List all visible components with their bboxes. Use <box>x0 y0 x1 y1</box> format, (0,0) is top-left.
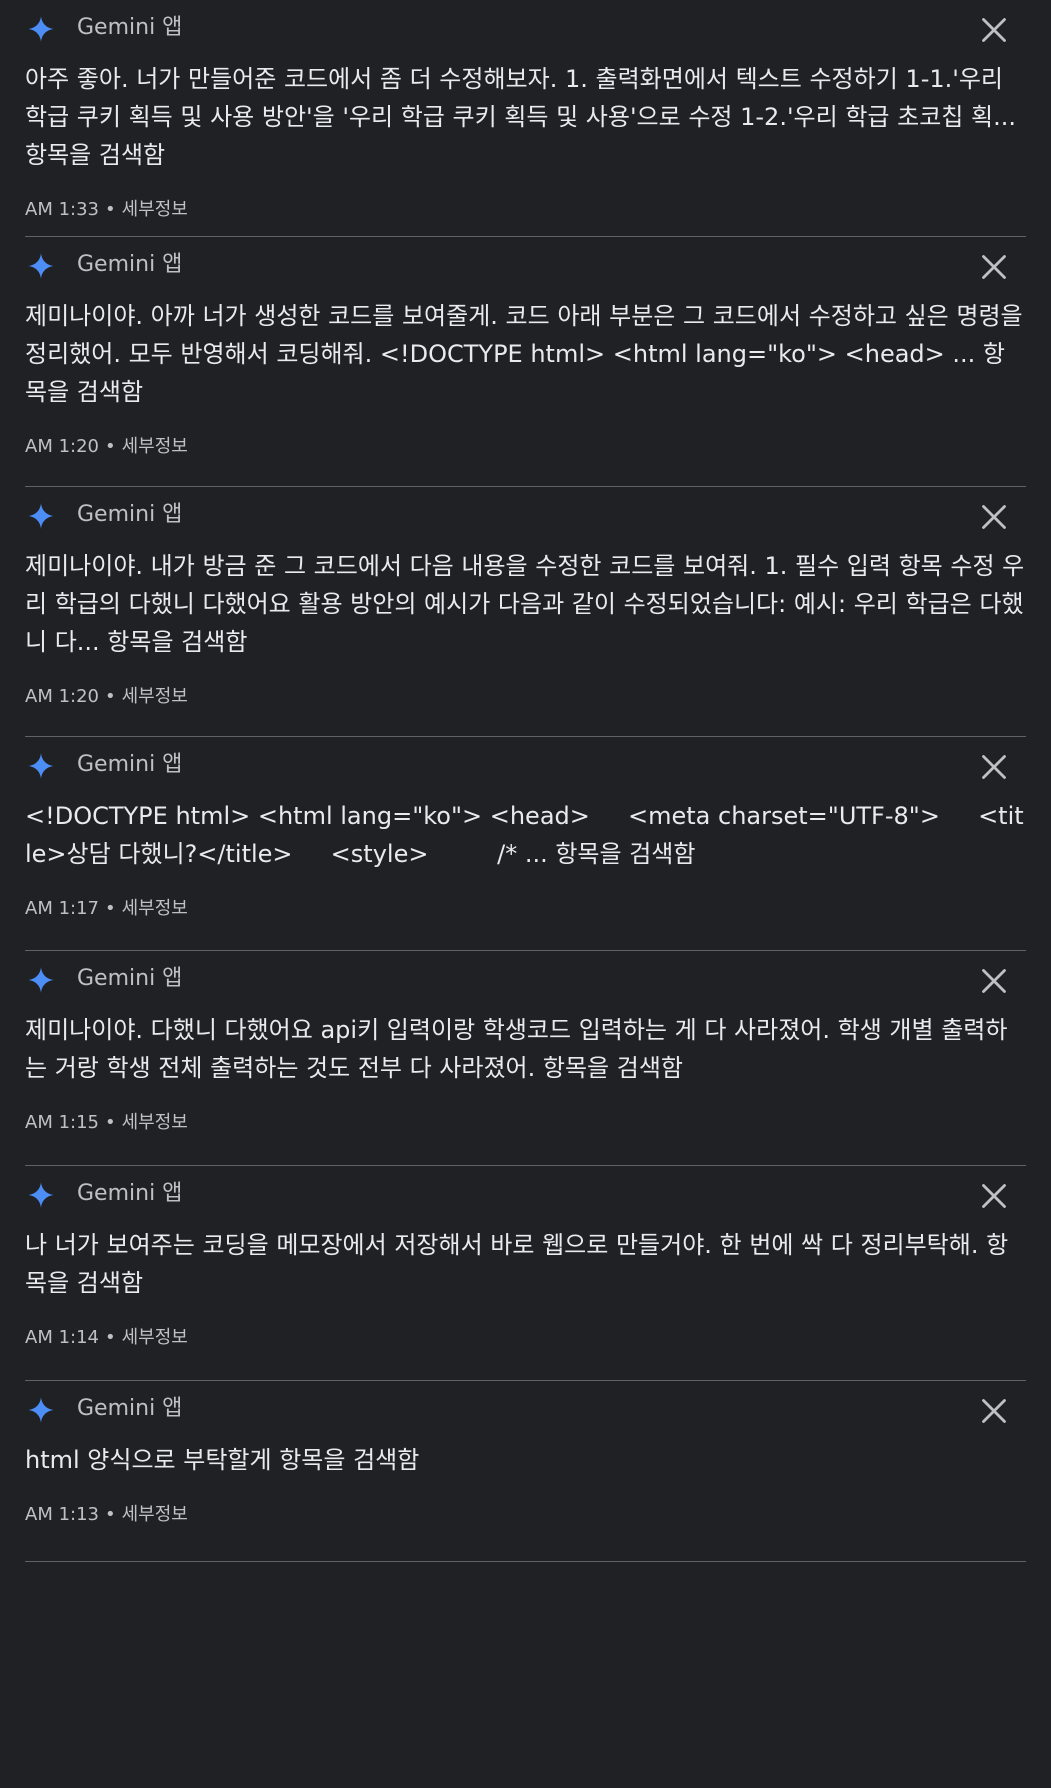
entry-meta: AM 1:13 • 세부정보 <box>25 1503 1026 1527</box>
timestamp: AM 1:20 <box>25 686 99 707</box>
timestamp: AM 1:15 <box>25 1112 99 1133</box>
timestamp: AM 1:17 <box>25 898 99 919</box>
close-icon[interactable] <box>980 503 1008 531</box>
separator-dot: • <box>105 1504 116 1525</box>
gemini-spark-icon <box>28 503 54 529</box>
app-name: Gemini 앱 <box>77 966 183 991</box>
close-icon[interactable] <box>980 967 1008 995</box>
entry-meta: AM 1:17 • 세부정보 <box>25 897 1026 921</box>
activity-entry: Gemini 앱 html 양식으로 부탁할게 항목을 검색함 AM 1:13 •… <box>0 1381 1051 1562</box>
prompt-text[interactable]: 나 너가 보여주는 코딩을 메모장에서 저장해서 바로 웹으로 만들거야. 한 … <box>25 1226 1026 1302</box>
close-icon[interactable] <box>980 1397 1008 1425</box>
activity-entry: Gemini 앱 나 너가 보여주는 코딩을 메모장에서 저장해서 바로 웹으로… <box>0 1166 1051 1381</box>
gemini-spark-icon <box>28 1397 54 1423</box>
close-icon[interactable] <box>980 253 1008 281</box>
activity-list: Gemini 앱 아주 좋아. 너가 만들어준 코드에서 좀 더 수정해보자. … <box>0 0 1051 1562</box>
close-icon[interactable] <box>980 16 1008 44</box>
close-icon[interactable] <box>980 1182 1008 1210</box>
entry-header: Gemini 앱 <box>25 737 1026 797</box>
details-link[interactable]: 세부정보 <box>122 1112 188 1133</box>
prompt-text[interactable]: 제미나이야. 내가 방금 준 그 코드에서 다음 내용을 수정한 코드를 보여줘… <box>25 547 1026 661</box>
timestamp: AM 1:20 <box>25 436 99 457</box>
prompt-text[interactable]: 제미나이야. 아까 너가 생성한 코드를 보여줄게. 코드 아래 부분은 그 코… <box>25 297 1026 411</box>
entry-header: Gemini 앱 <box>25 1166 1026 1226</box>
separator-dot: • <box>105 1112 116 1133</box>
entry-header: Gemini 앱 <box>25 951 1026 1011</box>
details-link[interactable]: 세부정보 <box>122 686 188 707</box>
activity-entry: Gemini 앱 <!DOCTYPE html> <html lang="ko"… <box>0 737 1051 951</box>
app-name: Gemini 앱 <box>77 15 183 40</box>
gemini-spark-icon <box>28 967 54 993</box>
gemini-spark-icon <box>28 753 54 779</box>
entry-header: Gemini 앱 <box>25 237 1026 297</box>
timestamp: AM 1:13 <box>25 1504 99 1525</box>
separator-dot: • <box>105 1327 116 1348</box>
app-name: Gemini 앱 <box>77 1181 183 1206</box>
close-icon[interactable] <box>980 753 1008 781</box>
separator-dot: • <box>105 199 116 220</box>
details-link[interactable]: 세부정보 <box>122 199 188 220</box>
activity-entry: Gemini 앱 제미나이야. 다했니 다했어요 api키 입력이랑 학생코드 … <box>0 951 1051 1166</box>
details-link[interactable]: 세부정보 <box>122 436 188 457</box>
gemini-spark-icon <box>28 253 54 279</box>
entry-header: Gemini 앱 <box>25 1381 1026 1441</box>
entry-header: Gemini 앱 <box>25 487 1026 547</box>
app-name: Gemini 앱 <box>77 252 183 277</box>
timestamp: AM 1:33 <box>25 199 99 220</box>
entry-meta: AM 1:20 • 세부정보 <box>25 435 1026 459</box>
prompt-text[interactable]: <!DOCTYPE html> <html lang="ko"> <head> … <box>25 797 1026 873</box>
activity-entry: Gemini 앱 아주 좋아. 너가 만들어준 코드에서 좀 더 수정해보자. … <box>0 0 1051 237</box>
entry-header: Gemini 앱 <box>25 0 1026 60</box>
prompt-text[interactable]: 제미나이야. 다했니 다했어요 api키 입력이랑 학생코드 입력하는 게 다 … <box>25 1011 1026 1087</box>
timestamp: AM 1:14 <box>25 1327 99 1348</box>
gemini-spark-icon <box>28 1182 54 1208</box>
app-name: Gemini 앱 <box>77 502 183 527</box>
separator-dot: • <box>105 686 116 707</box>
separator-dot: • <box>105 898 116 919</box>
app-name: Gemini 앱 <box>77 752 183 777</box>
details-link[interactable]: 세부정보 <box>122 1504 188 1525</box>
app-name: Gemini 앱 <box>77 1396 183 1421</box>
prompt-text[interactable]: html 양식으로 부탁할게 항목을 검색함 <box>25 1441 1026 1479</box>
entry-meta: AM 1:20 • 세부정보 <box>25 685 1026 709</box>
prompt-text[interactable]: 아주 좋아. 너가 만들어준 코드에서 좀 더 수정해보자. 1. 출력화면에서… <box>25 60 1026 174</box>
divider <box>25 1561 1026 1562</box>
details-link[interactable]: 세부정보 <box>122 1327 188 1348</box>
entry-meta: AM 1:15 • 세부정보 <box>25 1111 1026 1135</box>
activity-entry: Gemini 앱 제미나이야. 내가 방금 준 그 코드에서 다음 내용을 수정… <box>0 487 1051 737</box>
activity-entry: Gemini 앱 제미나이야. 아까 너가 생성한 코드를 보여줄게. 코드 아… <box>0 237 1051 487</box>
entry-meta: AM 1:33 • 세부정보 <box>25 198 1026 222</box>
details-link[interactable]: 세부정보 <box>122 898 188 919</box>
entry-meta: AM 1:14 • 세부정보 <box>25 1326 1026 1350</box>
gemini-spark-icon <box>28 16 54 42</box>
separator-dot: • <box>105 436 116 457</box>
